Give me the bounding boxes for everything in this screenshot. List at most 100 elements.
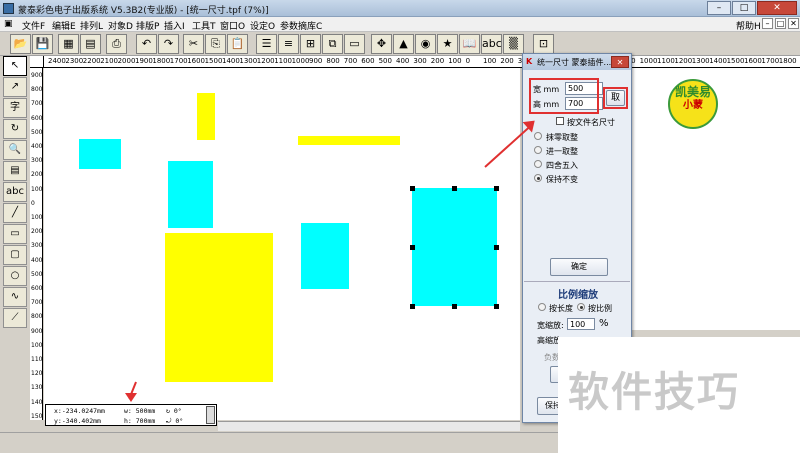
horizontal-scrollbar[interactable] [218,421,520,431]
ruler-tick-label: 1000 [639,57,658,65]
rect-icon[interactable]: ▭ [3,224,27,244]
menu-object[interactable]: 对象D [108,19,133,32]
cyan-rect-center[interactable] [301,223,349,289]
round-option-radio[interactable] [534,146,542,154]
mdi-minimize-button[interactable]: – [762,18,773,29]
ruler-tick-label: 2400 [48,57,66,65]
ruler-tick-label: 600 [361,57,375,65]
print-icon[interactable]: ⎙ [106,34,127,54]
ellipse-icon[interactable]: ○ [3,266,27,286]
zoom-icon[interactable]: 🔍 [3,140,27,160]
cut-icon[interactable]: ✂ [183,34,204,54]
line-icon[interactable]: ╱ [3,203,27,223]
ruler-tick-label: 200 [31,171,43,179]
rotate-icon[interactable]: ↻ [3,119,27,139]
image-icon[interactable]: ▦ [58,34,79,54]
move-icon[interactable]: ✥ [371,34,392,54]
selection-handle[interactable] [410,186,415,191]
menu-help[interactable]: 帮助H [736,19,761,32]
ruler-tick-label: 300 [31,242,43,250]
menu-layout[interactable]: 排版P [136,19,159,32]
page-icon[interactable]: ▤ [3,161,27,181]
document-canvas[interactable] [44,68,520,420]
abc-tool-icon[interactable]: abc [3,182,27,202]
main-toolbar: 📂 💾 ▦ ▤ ⎙ ↶ ↷ ✂ ⎘ 📋 ☰ ≡ ⊞ ⧉ ▭ ✥ ▲ ◉ ★ 📖 … [0,32,800,56]
copy-icon[interactable]: ⎘ [205,34,226,54]
selection-handle[interactable] [494,245,499,250]
curve-icon[interactable]: ∿ [3,287,27,307]
minimize-button[interactable]: – [707,1,731,15]
menu-window[interactable]: 窗口O [220,19,245,32]
arrow-icon[interactable]: ↖ [3,56,27,76]
frames2-icon[interactable]: ▭ [344,34,365,54]
panel-scroll[interactable] [206,406,215,424]
menu-insert[interactable]: 插入I [164,19,185,32]
shapes-icon[interactable]: ▲ [393,34,414,54]
polyline-icon[interactable]: ⟋ [3,308,27,328]
selection-handle[interactable] [494,304,499,309]
ruler-tick-label: 900 [31,327,43,335]
doc-icon[interactable]: ▣ [4,19,13,29]
left-toolbox: ↖ ↗ 字 ↻ 🔍 ▤ abc ╱ ▭ ▢ ○ ∿ ⟋ [2,56,28,334]
color-icon[interactable]: ◉ [415,34,436,54]
round-option-radio[interactable] [534,132,542,140]
new-icon[interactable]: 📂 [10,34,31,54]
cyan-rect-medium[interactable] [168,161,213,228]
selection-handle[interactable] [452,186,457,191]
menu-edit[interactable]: 编辑E [52,19,76,32]
dialog-close-button[interactable]: ✕ [611,56,629,68]
ruler-tick-label: 1600 [744,57,762,65]
zoom-page-icon[interactable]: ⊡ [533,34,554,54]
redo-icon[interactable]: ↷ [158,34,179,54]
ruler-tick-label: 600 [31,285,43,292]
save-icon[interactable]: 💾 [32,34,53,54]
selection-handle[interactable] [452,304,457,309]
selection-handle[interactable] [494,186,499,191]
maximize-button[interactable]: □ [732,1,756,15]
pointer-icon[interactable]: ↗ [3,77,27,97]
mdi-close-button[interactable]: ✕ [788,18,799,29]
table-icon[interactable]: ⊞ [300,34,321,54]
logo-line2: 小蒙 [683,100,703,111]
selection-handle[interactable] [410,304,415,309]
width-scale-unit: % [599,318,609,329]
yellow-rect-large[interactable] [165,233,273,382]
yellow-bar[interactable] [298,136,400,145]
scale-mode-radio[interactable] [538,303,546,311]
ruler-tick-label: 2100 [100,57,119,65]
book-icon[interactable]: 📖 [459,34,480,54]
cyan-rect-small[interactable] [79,139,121,169]
menu-tools[interactable]: 工具T [192,19,216,32]
cyan-rect-selected[interactable] [412,188,497,306]
size-fields-highlight [529,78,599,114]
undo-icon[interactable]: ↶ [136,34,157,54]
menu-params[interactable]: 参数摘库C [280,19,322,32]
file-size-checkbox[interactable] [556,117,564,125]
copy-doc-icon[interactable]: ▤ [80,34,101,54]
abc-icon[interactable]: abc [481,34,502,54]
menu-file[interactable]: 文件F [22,19,45,32]
scale-mode-radio-selected[interactable] [577,303,585,311]
star-icon[interactable]: ★ [437,34,458,54]
ruler-tick-label: 400 [396,57,410,65]
ruler-tick-label: 2300 [65,57,84,65]
yellow-rect-tall[interactable] [197,93,215,140]
menu-arrange[interactable]: 排列L [80,19,103,32]
mdi-restore-button[interactable]: □ [775,18,786,29]
close-button[interactable]: ✕ [757,1,797,15]
menu-settings[interactable]: 设定O [250,19,275,32]
frames-icon[interactable]: ⧉ [322,34,343,54]
ruler-tick-label: 800 [326,57,340,65]
texture-icon[interactable]: ▒ [503,34,524,54]
text-icon[interactable]: 字 [3,98,27,118]
align-icon[interactable]: ☰ [256,34,277,54]
selection-handle[interactable] [410,245,415,250]
round-option-radio[interactable] [534,160,542,168]
text-frame-icon[interactable]: ≡ [278,34,299,54]
round-rect-icon[interactable]: ▢ [3,245,27,265]
confirm-button[interactable]: 确定 [550,258,608,276]
width-scale-input[interactable] [567,318,595,330]
paste-icon[interactable]: 📋 [227,34,248,54]
round-option-radio-selected[interactable] [534,174,542,182]
ruler-tick-label: 500 [31,128,43,136]
